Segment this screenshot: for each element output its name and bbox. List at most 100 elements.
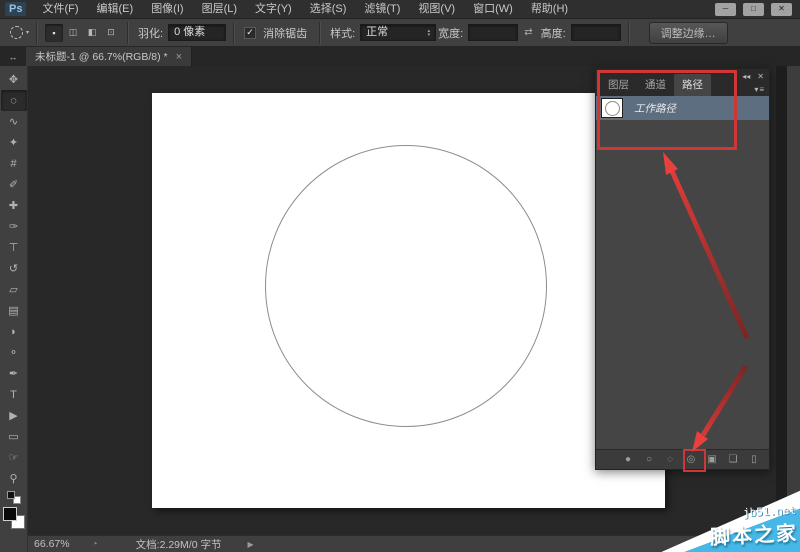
status-bar: 66.67% ◔ 文档:2.29M/0 字节 ▶ [28,535,800,552]
document-size-info: 文档:2.29M/0 字节 [136,537,222,552]
close-panel-icon[interactable]: ✕ [757,72,764,81]
image-menu[interactable]: 图像(I) [142,0,192,18]
history-brush-tool[interactable]: ↺ [1,258,27,279]
tool-icon: ⚲ [9,472,17,485]
feather-input[interactable]: 0 像素 [168,24,226,41]
make-work-path-button[interactable]: ◎ [685,454,697,465]
lasso-tool[interactable]: ∿ [1,111,27,132]
tool-icon: # [10,158,16,170]
work-path-row[interactable]: 工作路径 [596,96,769,120]
select-menu[interactable]: 选择(S) [301,0,356,18]
window-edge-strip [787,66,800,535]
filter-menu[interactable]: 滤镜(T) [355,0,409,18]
layer-menu[interactable]: 图层(L) [193,0,246,18]
link-dimensions-icon[interactable]: ⇄ [524,27,532,38]
brush-tool[interactable]: ✑ [1,216,27,237]
tool-preset-picker[interactable]: ▾ [10,26,29,39]
rectangle-tool[interactable]: ▭ [1,426,27,447]
intersect-selection-button[interactable]: ⊡ [102,24,120,42]
load-path-as-selection-button[interactable]: ◌ [664,454,676,465]
zoom-tool[interactable]: ⚲ [1,468,27,489]
new-path-button[interactable]: ❏ [727,454,739,465]
path-selection-tool[interactable]: ▶ [1,405,27,426]
close-button[interactable]: ✕ [771,3,792,16]
eyedropper-tool[interactable]: ✐ [1,174,27,195]
tab-close-icon[interactable]: × [176,51,182,63]
clone-stamp-tool[interactable]: ⊤ [1,237,27,258]
add-to-selection-button[interactable]: ◫ [64,24,82,42]
dodge-tool[interactable]: ⚬ [1,342,27,363]
file-menu[interactable]: 文件(F) [33,0,87,18]
edit-menu[interactable]: 编辑(E) [88,0,143,18]
width-input[interactable] [468,24,518,41]
panel-menu-icon[interactable]: ▾≡ [754,85,765,94]
gradient-tool[interactable]: ▤ [1,300,27,321]
tool-icon: ◗ [10,326,17,338]
crop-tool[interactable]: # [1,153,27,174]
healing-brush-tool[interactable]: ✚ [1,195,27,216]
options-bar: ▾ ▪ ◫ ◧ ⊡ 羽化: 0 像素 ✓ 消除锯齿 样式: 正常 ▴▾ [0,19,800,47]
maximize-button[interactable]: □ [743,3,764,16]
document-canvas[interactable] [152,93,665,508]
window-menu[interactable]: 窗口(W) [464,0,522,18]
tab-arrows-icon[interactable]: ↔ [0,47,26,66]
panel-header-icons: ◂◂ ✕ [742,72,764,81]
collapse-panel-icon[interactable]: ◂◂ [742,72,750,81]
refine-edge-button[interactable]: 调整边缘… [649,22,728,44]
panel-header: 图层 通道 路径 ◂◂ ✕ ▾≡ [596,69,769,96]
default-colors-icon[interactable] [7,491,21,504]
path-thumbnail-circle [605,101,620,116]
tool-icon: ⚬ [9,346,18,359]
status-expand-arrow-icon[interactable]: ▶ [247,540,253,549]
help-menu[interactable]: 帮助(H) [522,0,577,18]
tool-icon: ✥ [9,73,18,86]
circle-path-outline [265,145,547,427]
document-tab-bar: ↔ 未标题-1 @ 66.7%(RGB/8) * × [0,47,800,66]
stroke-path-button[interactable]: ○ [643,454,655,465]
tool-icon: T [10,389,17,401]
pen-tool[interactable]: ✒ [1,363,27,384]
new-selection-button[interactable]: ▪ [45,24,63,42]
hand-tool[interactable]: ☞ [1,447,27,468]
delete-path-button[interactable]: ▯ [748,454,760,465]
zoom-level-field[interactable]: 66.67% [34,538,70,550]
tool-icon: ✑ [9,220,18,233]
tool-icon: ▶ [9,409,17,422]
foreground-color-swatch[interactable] [3,507,17,521]
tool-icon: ▱ [9,283,17,296]
eraser-tool[interactable]: ▱ [1,279,27,300]
tools-panel: ✥ ◌ ∿ ✦ # ✐ ✚ [0,66,28,552]
type-tool[interactable]: T [1,384,27,405]
divider [628,22,630,44]
scrollbar-groove[interactable] [776,66,787,535]
tool-icon: ▭ [8,430,18,443]
antialias-label: 消除锯齿 [263,25,307,41]
quick-selection-tool[interactable]: ✦ [1,132,27,153]
view-menu[interactable]: 视图(V) [409,0,464,18]
antialias-checkbox[interactable]: ✓ [244,27,256,39]
move-tool[interactable]: ✥ [1,69,27,90]
style-select[interactable]: 正常 ▴▾ [360,24,436,41]
document-title: 未标题-1 @ 66.7%(RGB/8) * [35,49,168,64]
tool-icon: ↺ [9,262,18,275]
paths-tab[interactable]: 路径 [674,74,711,96]
subtract-from-selection-button[interactable]: ◧ [83,24,101,42]
menu-items: 文件(F) 编辑(E) 图像(I) 图层(L) 文字(Y) 选择(S) 滤镜(T… [33,0,577,18]
document-tab[interactable]: 未标题-1 @ 66.7%(RGB/8) * × [26,47,192,66]
type-menu[interactable]: 文字(Y) [246,0,301,18]
photoshop-window: Ps 文件(F) 编辑(E) 图像(I) 图层(L) 文字(Y) 选择(S) 滤… [0,0,800,552]
tool-icon: ☞ [9,451,19,464]
elliptical-marquee-tool[interactable]: ◌ [1,90,27,111]
minimize-button[interactable]: ─ [715,3,736,16]
fill-path-button[interactable]: ● [622,454,634,465]
style-label: 样式: [330,25,355,41]
blur-tool[interactable]: ◗ [1,321,27,342]
add-mask-button[interactable]: ▣ [706,454,718,465]
channels-tab[interactable]: 通道 [637,74,674,96]
tool-icon: ◌ [10,95,17,107]
foreground-background-swatches[interactable] [3,507,25,529]
chevron-down-icon: ▾ [26,29,29,36]
layers-tab[interactable]: 图层 [600,74,637,96]
height-input[interactable] [571,24,621,41]
style-value: 正常 [366,25,388,40]
